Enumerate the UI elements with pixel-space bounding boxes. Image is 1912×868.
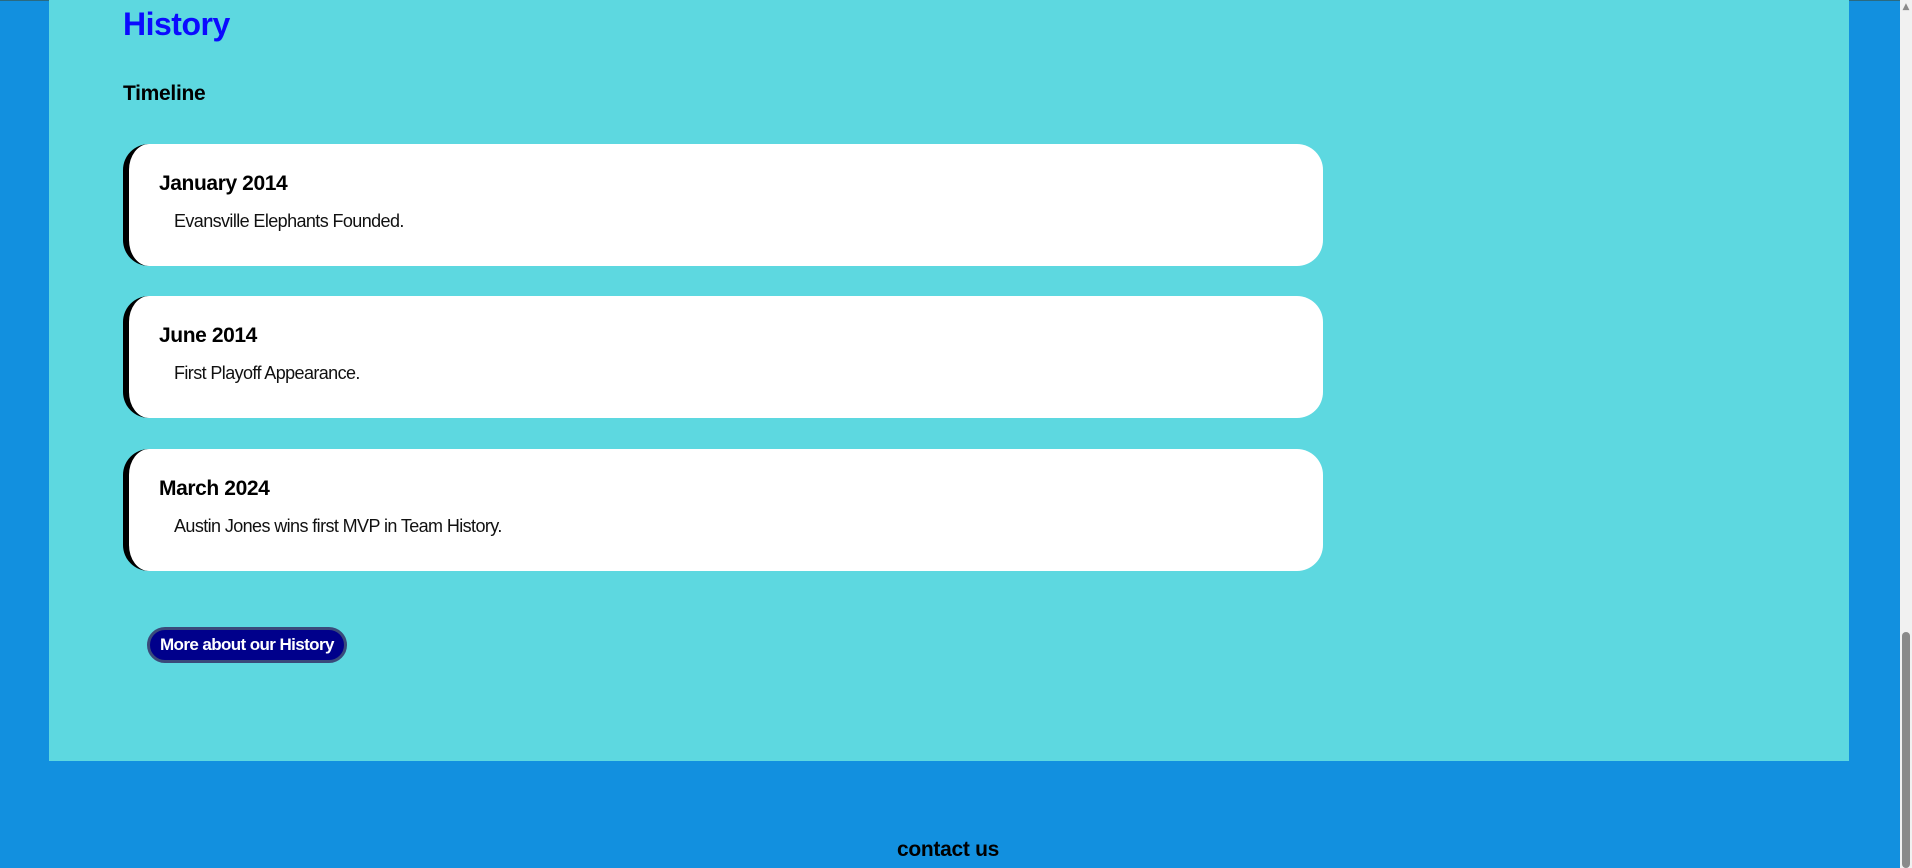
timeline-heading: Timeline [123,82,206,105]
scroll-up-arrow-icon[interactable]: ▲ [1901,2,1911,12]
vertical-scrollbar[interactable]: ▲ [1900,0,1912,868]
timeline-date: June 2014 [159,324,257,347]
timeline-description: Austin Jones wins first MVP in Team Hist… [174,516,502,536]
timeline-item: June 2014 First Playoff Appearance. [123,296,1323,418]
timeline-description: First Playoff Appearance. [174,363,360,383]
page-title: History [123,6,230,42]
contact-us-heading: contact us [896,838,1000,861]
timeline-date: March 2024 [159,477,270,500]
timeline-item: March 2024 Austin Jones wins first MVP i… [123,449,1323,571]
more-history-button[interactable]: More about our History [147,627,347,663]
timeline-item: January 2014 Evansville Elephants Founde… [123,144,1323,266]
timeline-description: Evansville Elephants Founded. [174,211,404,231]
timeline-date: January 2014 [159,172,288,195]
scrollbar-thumb[interactable] [1902,632,1910,868]
